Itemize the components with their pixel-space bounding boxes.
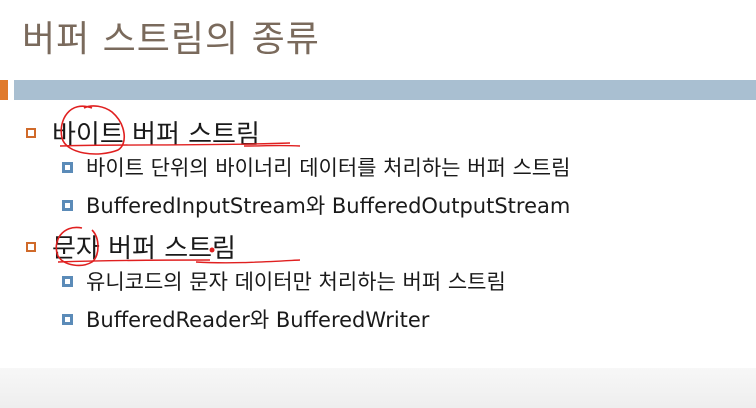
sub-list-item: BufferedReader와 BufferedWriter <box>62 304 429 334</box>
square-bullet-icon <box>62 199 73 211</box>
square-bullet-icon <box>62 161 73 173</box>
sub-list-item: BufferedInputStream와 BufferedOutputStrea… <box>62 190 570 220</box>
sub-list-item: 유니코드의 문자 데이터만 처리하는 버퍼 스트림 <box>62 266 506 296</box>
square-bullet-icon <box>62 275 73 287</box>
sub-list-item-text: 유니코드의 문자 데이터만 처리하는 버퍼 스트림 <box>86 270 506 294</box>
square-bullet-icon <box>26 241 36 252</box>
slide: 버퍼 스트림의 종류 바이트 버퍼 스트림 바이트 단위의 바이너리 데이터를 … <box>0 0 756 408</box>
list-item: 문자 버퍼 스트림 <box>26 228 236 265</box>
bottom-edge <box>0 368 756 408</box>
sub-list-item-text: BufferedInputStream와 BufferedOutputStrea… <box>86 194 571 218</box>
header-bar <box>14 80 756 100</box>
sub-list-item-text: 바이트 단위의 바이너리 데이터를 처리하는 버퍼 스트림 <box>86 156 571 180</box>
list-item: 바이트 버퍼 스트림 <box>26 114 260 151</box>
sub-list-item: 바이트 단위의 바이너리 데이터를 처리하는 버퍼 스트림 <box>62 152 570 182</box>
square-bullet-icon <box>26 127 36 138</box>
sub-list-item-text: BufferedReader와 BufferedWriter <box>86 308 430 332</box>
square-bullet-icon <box>62 313 73 325</box>
list-item-text: 문자 버퍼 스트림 <box>52 234 236 264</box>
list-item-text: 바이트 버퍼 스트림 <box>52 120 260 150</box>
header-accent-bar <box>0 80 8 100</box>
slide-title: 버퍼 스트림의 종류 <box>22 19 320 60</box>
